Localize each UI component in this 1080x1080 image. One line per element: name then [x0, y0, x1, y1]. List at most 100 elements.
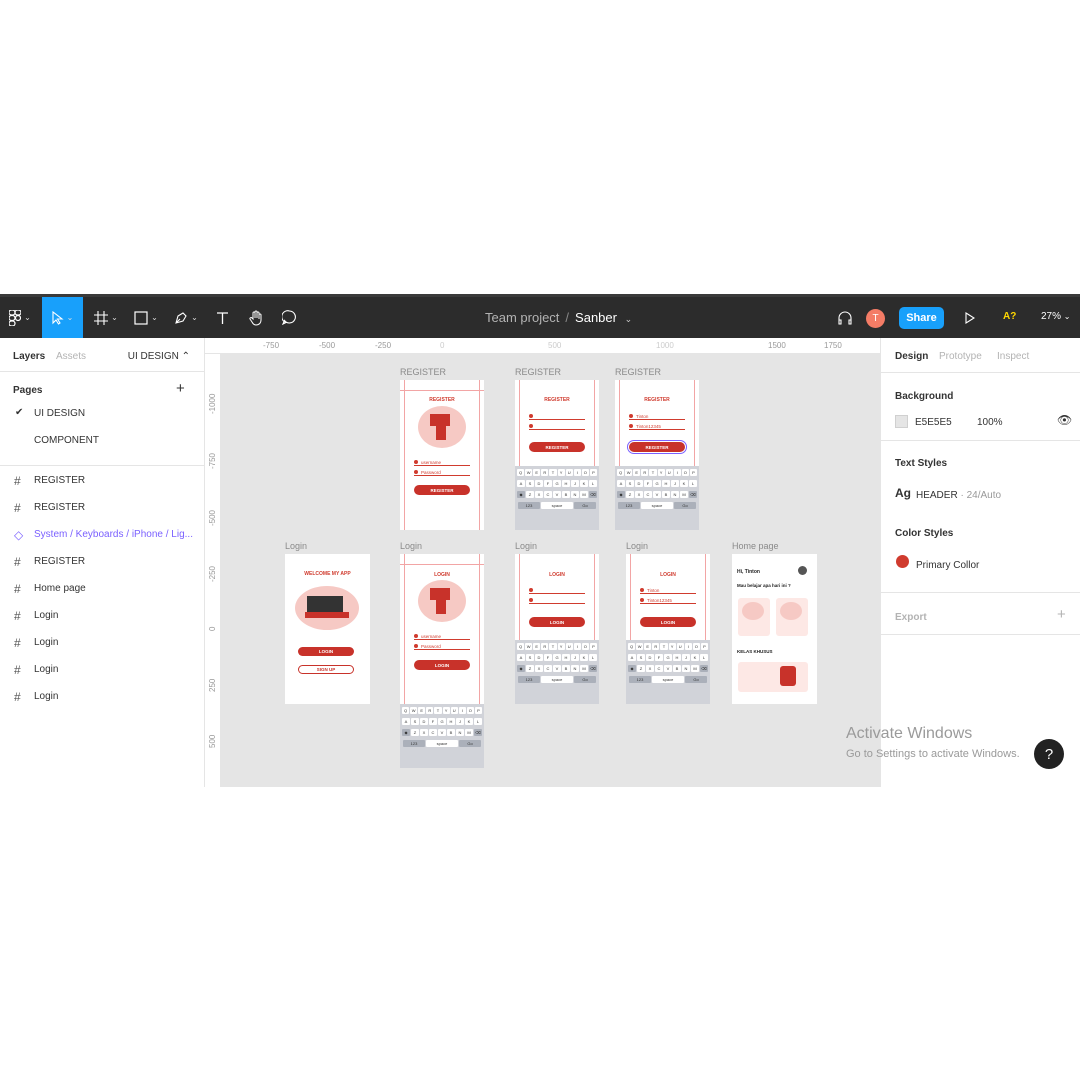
- key[interactable]: R: [641, 469, 649, 476]
- tab-prototype[interactable]: Prototype: [939, 351, 982, 362]
- key[interactable]: S: [411, 718, 419, 725]
- username-field[interactable]: Tinton: [629, 414, 685, 420]
- key[interactable]: S: [526, 480, 534, 487]
- key[interactable]: G: [664, 654, 672, 661]
- frame-label[interactable]: Home page: [732, 541, 779, 551]
- backspace-key[interactable]: ⌫: [689, 491, 697, 498]
- go-key[interactable]: Go: [574, 676, 596, 683]
- comment-tool-button[interactable]: [275, 297, 303, 338]
- key[interactable]: C: [544, 491, 552, 498]
- key[interactable]: M: [465, 729, 473, 736]
- key[interactable]: J: [682, 654, 690, 661]
- key[interactable]: Z: [526, 491, 534, 498]
- register-button[interactable]: REGISTER: [414, 485, 470, 495]
- key[interactable]: K: [465, 718, 473, 725]
- key[interactable]: Z: [526, 665, 534, 672]
- key[interactable]: R: [541, 469, 549, 476]
- key[interactable]: I: [573, 469, 581, 476]
- login-button[interactable]: LOGIN: [414, 660, 470, 670]
- shift-key[interactable]: ◆: [617, 491, 625, 498]
- key[interactable]: L: [589, 654, 597, 661]
- add-export-icon[interactable]: +: [1057, 606, 1066, 623]
- layer-item[interactable]: # REGISTER: [0, 497, 205, 519]
- text-style-item[interactable]: HEADER · 24/Auto: [916, 490, 1001, 501]
- tab-layers[interactable]: Layers: [13, 351, 45, 362]
- key[interactable]: X: [420, 729, 428, 736]
- color-style-swatch[interactable]: [896, 555, 909, 568]
- canvas[interactable]: -750 -500 -250 0 500 1000 1500 1750 -100…: [205, 338, 880, 787]
- background-opacity-input[interactable]: 100%: [977, 417, 1003, 428]
- username-field[interactable]: username: [414, 634, 470, 640]
- key[interactable]: R: [652, 643, 660, 650]
- layer-item[interactable]: # Login: [0, 605, 205, 627]
- key[interactable]: U: [450, 707, 458, 714]
- key[interactable]: Y: [442, 707, 450, 714]
- key[interactable]: N: [571, 665, 579, 672]
- login-button[interactable]: LOGIN: [640, 617, 696, 627]
- key[interactable]: F: [644, 480, 652, 487]
- share-button[interactable]: Share: [899, 307, 944, 329]
- ios-keyboard[interactable]: QWERTYUIOP ASDFGHJKL ◆ Z X C V B N M ⌫ 123 space G…: [626, 640, 710, 704]
- page-item-ui-design[interactable]: UI DESIGN: [34, 408, 85, 419]
- space-key[interactable]: space: [652, 676, 684, 683]
- frame-login-2[interactable]: LOGIN username Password LOGIN: [400, 554, 484, 704]
- space-key[interactable]: space: [641, 502, 673, 509]
- key[interactable]: H: [447, 718, 455, 725]
- project-name[interactable]: Team project: [485, 310, 559, 325]
- color-style-name[interactable]: Primary Collor: [916, 560, 979, 571]
- key[interactable]: Y: [657, 469, 665, 476]
- key[interactable]: K: [691, 654, 699, 661]
- username-field[interactable]: username: [414, 460, 470, 466]
- shift-key[interactable]: ◆: [517, 665, 525, 672]
- key[interactable]: B: [562, 491, 570, 498]
- password-field[interactable]: Tinton12345: [640, 598, 696, 604]
- space-key[interactable]: space: [541, 502, 573, 509]
- username-field[interactable]: [529, 588, 585, 594]
- background-swatch[interactable]: [895, 415, 908, 428]
- help-button[interactable]: ?: [1034, 739, 1064, 769]
- key[interactable]: L: [589, 480, 597, 487]
- key[interactable]: Z: [411, 729, 419, 736]
- frame-register-3[interactable]: REGISTER Tinton Tinton12345 REGISTER QWE…: [615, 380, 699, 530]
- key[interactable]: J: [571, 480, 579, 487]
- numbers-key[interactable]: 123: [618, 502, 640, 509]
- key[interactable]: X: [635, 491, 643, 498]
- numbers-key[interactable]: 123: [518, 502, 540, 509]
- key[interactable]: N: [456, 729, 464, 736]
- password-field[interactable]: Password: [414, 470, 470, 476]
- add-page-icon[interactable]: +: [176, 380, 185, 397]
- key[interactable]: I: [458, 707, 466, 714]
- frame-home-page[interactable]: Hi, Tinton Mau belajar apa hari ini ? KE…: [732, 554, 817, 704]
- key[interactable]: H: [673, 654, 681, 661]
- key[interactable]: B: [562, 665, 570, 672]
- key[interactable]: E: [418, 707, 426, 714]
- key[interactable]: K: [680, 480, 688, 487]
- key[interactable]: T: [549, 643, 557, 650]
- key[interactable]: A: [402, 718, 410, 725]
- key[interactable]: B: [447, 729, 455, 736]
- key[interactable]: Q: [517, 469, 525, 476]
- audio-button[interactable]: [833, 297, 857, 338]
- avatar[interactable]: T: [866, 309, 885, 328]
- key[interactable]: F: [429, 718, 437, 725]
- backspace-key[interactable]: ⌫: [474, 729, 482, 736]
- frame-login-3[interactable]: LOGIN LOGIN QWERTYUIOP ASDFGHJKL ◆ Z X C V B N…: [515, 554, 599, 704]
- key[interactable]: H: [562, 654, 570, 661]
- key[interactable]: N: [571, 491, 579, 498]
- key[interactable]: G: [553, 480, 561, 487]
- login-button[interactable]: LOGIN: [298, 647, 354, 656]
- key[interactable]: G: [653, 480, 661, 487]
- go-key[interactable]: Go: [574, 502, 596, 509]
- chevron-down-icon[interactable]: ⌄: [625, 314, 633, 324]
- key[interactable]: U: [565, 469, 573, 476]
- tab-inspect[interactable]: Inspect: [997, 351, 1029, 362]
- key[interactable]: L: [689, 480, 697, 487]
- key[interactable]: V: [664, 665, 672, 672]
- key[interactable]: V: [438, 729, 446, 736]
- file-name[interactable]: Sanber: [575, 310, 617, 325]
- layer-item[interactable]: # REGISTER: [0, 551, 205, 573]
- signup-button[interactable]: SIGN UP: [298, 665, 354, 674]
- hand-tool-button[interactable]: [242, 297, 270, 338]
- zoom-level[interactable]: 27% ⌄: [1041, 311, 1071, 322]
- key[interactable]: X: [646, 665, 654, 672]
